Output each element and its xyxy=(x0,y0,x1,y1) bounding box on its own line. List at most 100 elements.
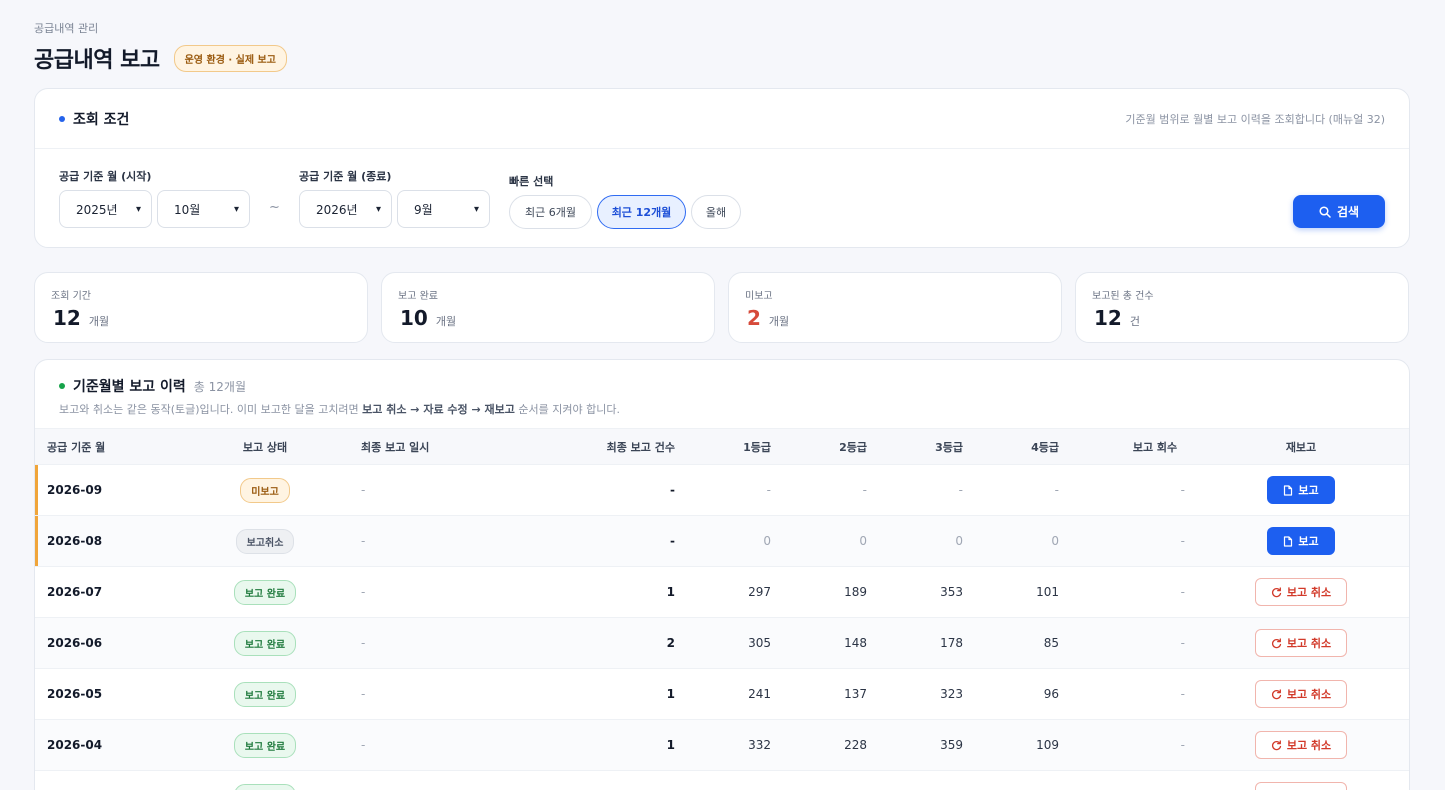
undo-icon xyxy=(1271,688,1281,699)
cancel-report-button[interactable]: 보고 취소 xyxy=(1255,680,1347,708)
cell-report-times: - xyxy=(1180,738,1185,752)
start-year-select[interactable]: 2025년 ▾ xyxy=(59,190,152,228)
status-badge: 보고 완료 xyxy=(233,681,297,707)
cancel-report-button[interactable]: 보고 취소 xyxy=(1255,782,1347,790)
start-year-value: 2025년 xyxy=(76,202,118,217)
cell-grade3 xyxy=(867,771,963,790)
stat-card-unreported: 미보고 2 개월 xyxy=(728,272,1062,343)
page-header: 공급내역 관리 공급내역 보고 운영 환경 · 실제 보고 xyxy=(34,20,287,74)
cell-month: 2026-04 xyxy=(47,738,103,752)
search-icon xyxy=(1319,205,1331,218)
col-header-grade2[interactable]: 2등급 xyxy=(771,429,867,464)
status-badge: 보고 완료 xyxy=(233,579,297,605)
table-row: 2026-08- -0 0 0 0- 보고취소 보고 xyxy=(35,516,1409,567)
table-row: 2026-04-1 332 228 359 109- 보고 완료 보고 취소 xyxy=(35,720,1409,771)
cell-grade1: 0 xyxy=(763,534,771,548)
cell-status: 보고취소 xyxy=(195,516,335,566)
col-header-grade3[interactable]: 3등급 xyxy=(867,429,963,464)
start-month-value: 10월 xyxy=(174,202,201,217)
quick-12-months-chip[interactable]: 최근 12개월 xyxy=(597,195,686,229)
report-button-label: 보고 xyxy=(1298,535,1319,548)
chevron-down-icon: ▾ xyxy=(473,203,479,215)
quick-this-year-chip[interactable]: 올해 xyxy=(691,195,741,229)
col-header-count[interactable]: 최종 보고 건수 xyxy=(495,429,675,464)
chevron-down-icon: ▾ xyxy=(233,203,239,215)
cell-rereport: 보고 취소 xyxy=(1231,669,1371,719)
quick-6-months-chip[interactable]: 최근 6개월 xyxy=(509,195,592,229)
stat-label: 조회 기간 xyxy=(51,291,91,302)
table-row: 2026-06-2 305 148 178 85- 보고 완료 보고 취소 xyxy=(35,618,1409,669)
history-title-text: 기준월별 보고 이력 xyxy=(73,379,186,395)
cell-grade4: 109 xyxy=(1036,738,1059,752)
cell-rereport: 보고 취소 xyxy=(1231,567,1371,617)
cell-grade1 xyxy=(675,771,771,790)
report-button[interactable]: 보고 xyxy=(1267,476,1335,504)
status-badge: 보고 완료 xyxy=(233,630,297,656)
stat-value: 12 xyxy=(53,306,81,330)
end-month-value: 9월 xyxy=(414,202,433,217)
history-card: 기준월별 보고 이력 총 12개월 보고와 취소는 같은 동작(토글)입니다. … xyxy=(34,359,1410,790)
col-header-report-times[interactable]: 보고 회수 xyxy=(1105,429,1205,464)
cell-status: 보고 완료 xyxy=(195,618,335,668)
stat-card-total-count: 보고된 총 건수 12 건 xyxy=(1075,272,1409,343)
report-button-label: 보고 xyxy=(1298,484,1319,497)
undo-icon xyxy=(1271,586,1281,597)
bullet-dot-icon xyxy=(59,383,65,389)
chevron-down-icon: ▾ xyxy=(375,203,381,215)
stat-label: 보고된 총 건수 xyxy=(1092,291,1154,302)
cancel-report-button[interactable]: 보고 취소 xyxy=(1255,731,1347,759)
cell-grade2 xyxy=(771,771,867,790)
search-button-label: 검색 xyxy=(1336,205,1360,219)
stat-value: 12 xyxy=(1094,306,1122,330)
end-month-select[interactable]: 9월 ▾ xyxy=(397,190,490,228)
cell-rereport: 보고 xyxy=(1231,516,1371,566)
cell-grade2: 148 xyxy=(844,636,867,650)
search-button[interactable]: 검색 xyxy=(1293,195,1385,228)
cell-grade3: 323 xyxy=(940,687,963,701)
cancel-report-button[interactable]: 보고 취소 xyxy=(1255,578,1347,606)
start-month-label: 공급 기준 월 (시작) xyxy=(59,170,152,183)
end-year-value: 2026년 xyxy=(316,202,358,217)
start-month-select[interactable]: 10월 ▾ xyxy=(157,190,250,228)
cell-report-times: - xyxy=(1180,585,1185,599)
cancel-report-button-label: 보고 취소 xyxy=(1286,586,1332,599)
col-header-status[interactable]: 보고 상태 xyxy=(195,429,335,464)
stat-card-period: 조회 기간 12 개월 xyxy=(34,272,368,343)
report-button[interactable]: 보고 xyxy=(1267,527,1335,555)
breadcrumb: 공급내역 관리 xyxy=(34,22,99,35)
environment-badge: 운영 환경 · 실제 보고 xyxy=(173,44,287,72)
cancel-report-button-label: 보고 취소 xyxy=(1286,739,1332,752)
cell-grade2: 228 xyxy=(844,738,867,752)
col-header-grade1[interactable]: 1등급 xyxy=(675,429,771,464)
cell-rereport: 보고 취소 xyxy=(1231,618,1371,668)
stat-label: 미보고 xyxy=(745,291,773,302)
status-badge: 미보고 xyxy=(240,477,290,503)
cell-month xyxy=(47,771,197,790)
cell-month: 2026-09 xyxy=(47,483,103,497)
cell-report-count: 2 xyxy=(666,636,675,650)
bullet-dot-icon xyxy=(59,115,65,122)
col-header-month[interactable]: 공급 기준 월 xyxy=(47,429,197,464)
end-year-select[interactable]: 2026년 ▾ xyxy=(299,190,392,228)
cell-grade3: - xyxy=(958,483,963,497)
cell-rereport: 보고 취소 xyxy=(1231,720,1371,770)
status-badge: 보고 완료 xyxy=(233,783,297,790)
quick-select-label: 빠른 선택 xyxy=(509,175,554,188)
col-header-rereport[interactable]: 재보고 xyxy=(1231,429,1371,464)
cancel-report-button[interactable]: 보고 취소 xyxy=(1255,629,1347,657)
end-month-label: 공급 기준 월 (종료) xyxy=(299,170,392,183)
cell-month: 2026-05 xyxy=(47,687,103,701)
col-header-grade4[interactable]: 4등급 xyxy=(963,429,1059,464)
cell-report-count: - xyxy=(670,534,675,548)
table-row: 2026-07-1 297 189 353 101- 보고 완료 보고 취소 xyxy=(35,567,1409,618)
cell-grade1: - xyxy=(766,483,771,497)
cell-month: 2026-08 xyxy=(47,534,103,548)
cell-grade4 xyxy=(963,771,1059,790)
table-row: 보고 완료 보고 취소 xyxy=(35,771,1409,790)
table-body: 2026-09- - - - - - - 미보고 보고 2026-08- -0 0 0 0- 보고취소 보고 2… xyxy=(35,465,1409,790)
cell-grade4: 85 xyxy=(1043,636,1059,650)
cell-grade2: 137 xyxy=(844,687,867,701)
filter-card: 조회 조건 기준월 범위로 월별 보고 이력을 조회합니다 (매뉴얼 32) 공… xyxy=(34,88,1410,248)
filter-title-text: 조회 조건 xyxy=(73,111,130,128)
cell-report-times: - xyxy=(1180,483,1185,497)
